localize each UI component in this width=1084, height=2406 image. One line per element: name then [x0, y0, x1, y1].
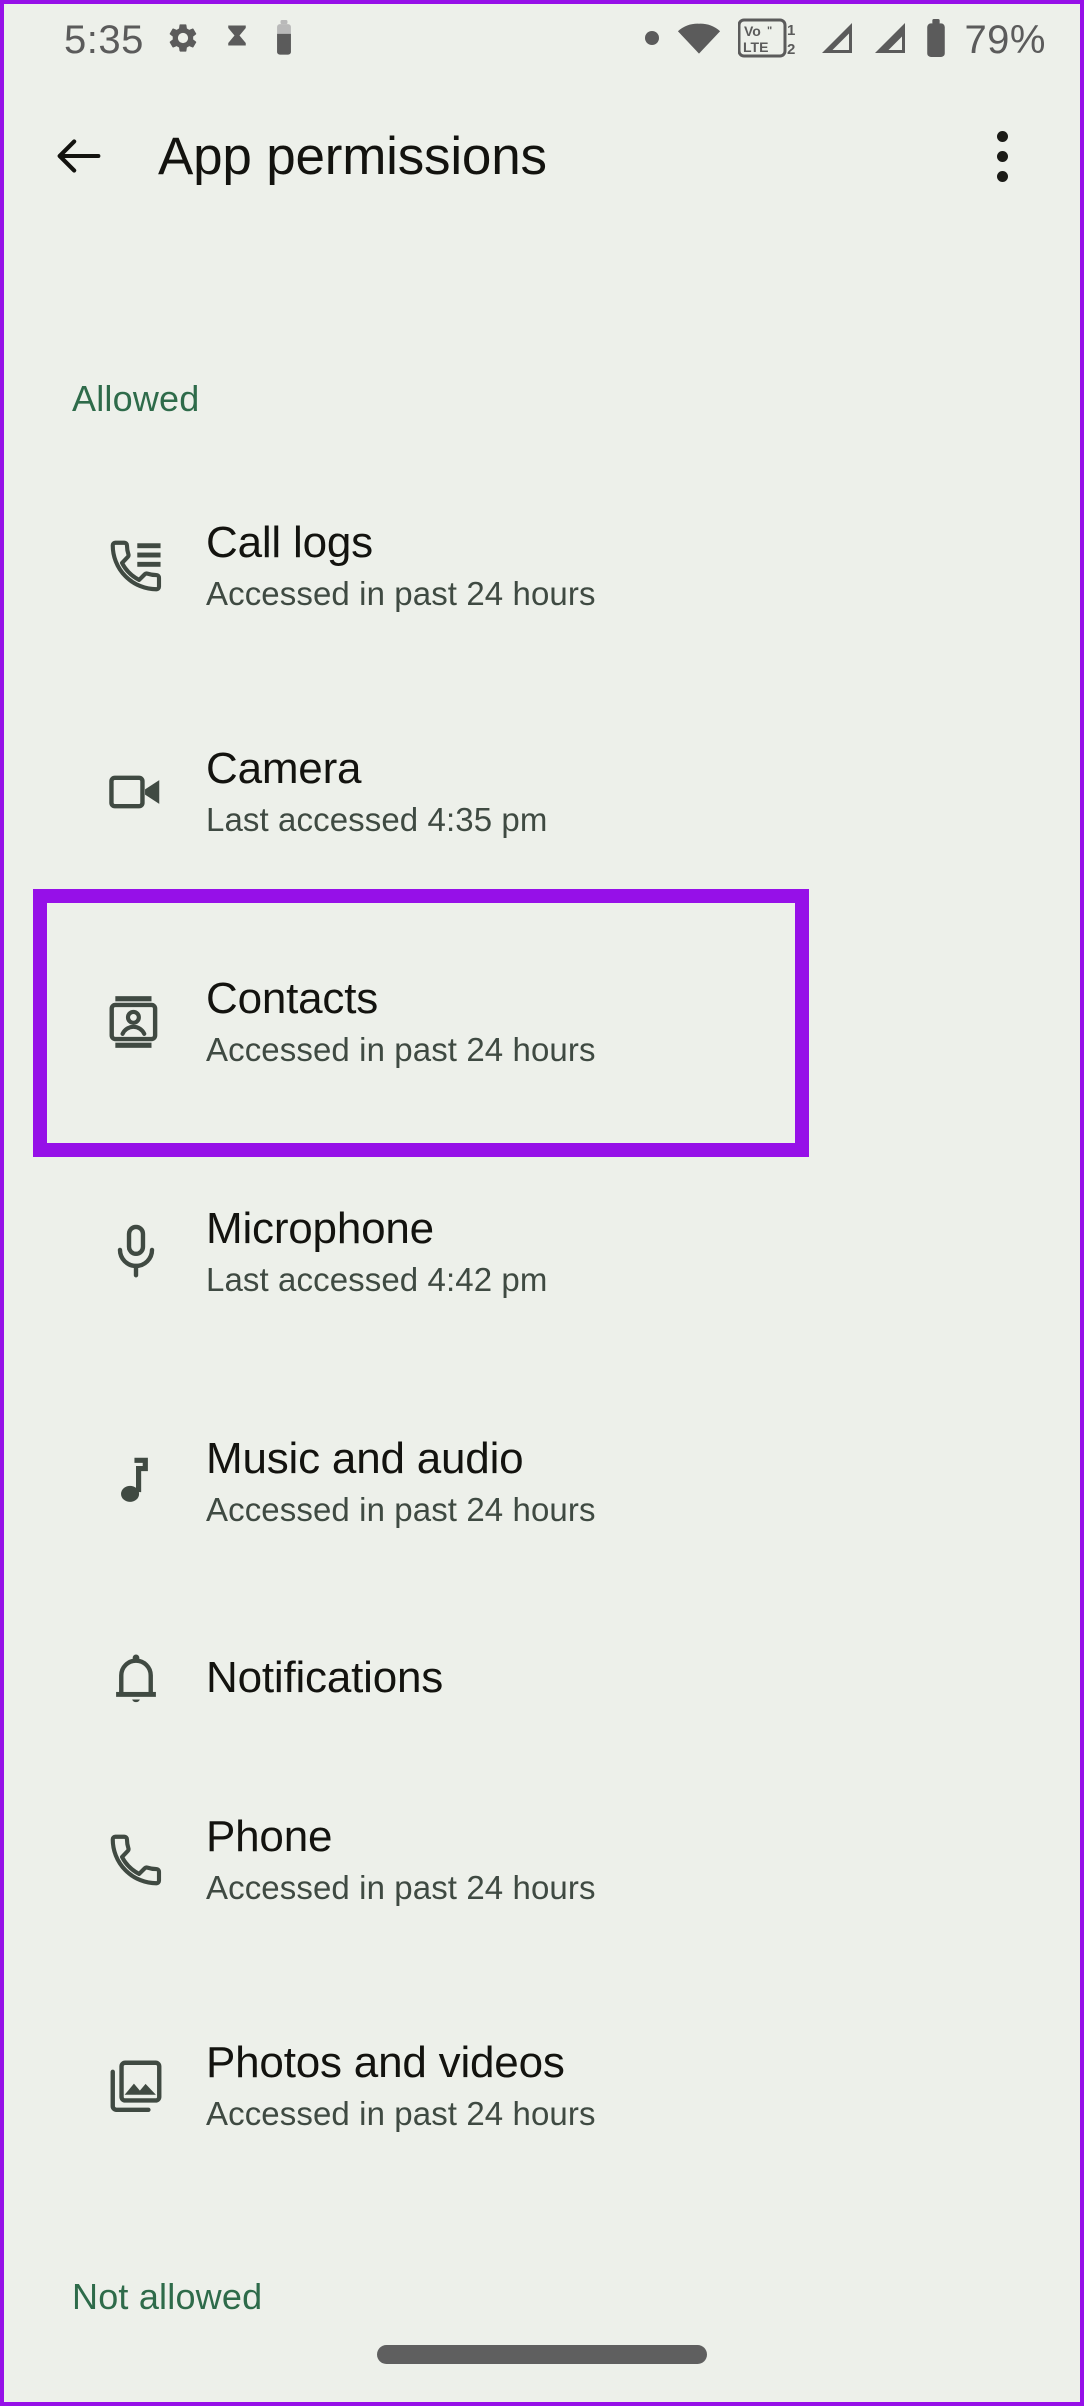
call-logs-icon	[72, 518, 200, 614]
permission-text: Contacts Accessed in past 24 hours	[206, 974, 596, 1070]
permission-row-photos-and-videos[interactable]: Photos and videos Accessed in past 24 ho…	[4, 2020, 1080, 2152]
microphone-icon	[72, 1204, 200, 1300]
permission-title: Notifications	[206, 1653, 444, 1703]
permission-title: Photos and videos	[206, 2038, 565, 2088]
permission-subtitle: Accessed in past 24 hours	[206, 574, 596, 612]
app-bar: App permissions	[4, 96, 1080, 216]
overflow-dot	[996, 150, 1008, 162]
permission-row-notifications[interactable]: Notifications	[4, 1622, 1080, 1734]
svg-text:": "	[767, 25, 772, 37]
permission-title: Music and audio	[206, 1434, 524, 1484]
bell-icon	[72, 1630, 200, 1726]
permission-title: Microphone	[206, 1204, 434, 1254]
permission-row-microphone[interactable]: Microphone Last accessed 4:42 pm	[4, 1186, 1080, 1318]
battery-small-icon	[274, 19, 294, 61]
permission-row-camera[interactable]: Camera Last accessed 4:35 pm	[4, 726, 1080, 858]
overflow-dot	[996, 130, 1008, 142]
svg-text:LTE: LTE	[743, 39, 768, 55]
signal-2-icon	[872, 21, 908, 60]
photos-icon	[72, 2038, 200, 2134]
permission-title: Camera	[206, 744, 362, 794]
status-bar-right: Vo " LTE 1 2 79%	[644, 18, 1046, 63]
battery-percent-label: 79%	[964, 17, 1046, 62]
permission-title: Call logs	[206, 518, 373, 568]
permission-subtitle: Accessed in past 24 hours	[206, 1868, 596, 1906]
phone-icon	[72, 1812, 200, 1908]
status-bar: 5:35 Vo " LTE 1 2 79%	[4, 4, 1080, 76]
overflow-menu-button[interactable]	[954, 108, 1050, 204]
volte-icon: Vo " LTE 1 2	[737, 18, 802, 63]
svg-text:1: 1	[787, 22, 795, 39]
permission-subtitle: Accessed in past 24 hours	[206, 1030, 596, 1068]
permission-text: Microphone Last accessed 4:42 pm	[206, 1204, 547, 1300]
battery-icon	[925, 18, 947, 62]
status-bar-clock: 5:35	[64, 17, 144, 62]
wifi-icon	[677, 21, 721, 60]
camera-icon	[72, 744, 200, 840]
permission-subtitle: Accessed in past 24 hours	[206, 1490, 596, 1528]
svg-text:Vo: Vo	[744, 23, 761, 39]
permission-text: Phone Accessed in past 24 hours	[206, 1812, 596, 1908]
permission-row-music-and-audio[interactable]: Music and audio Accessed in past 24 hour…	[4, 1416, 1080, 1548]
hourglass-icon	[222, 21, 252, 60]
signal-1-icon	[819, 21, 855, 60]
section-header-allowed: Allowed	[72, 378, 200, 419]
back-arrow-icon	[57, 139, 101, 173]
contacts-icon	[72, 974, 200, 1070]
gear-icon	[166, 21, 200, 60]
dot-icon	[644, 30, 660, 51]
music-icon	[72, 1434, 200, 1530]
permission-row-contacts[interactable]: Contacts Accessed in past 24 hours	[4, 956, 1080, 1088]
permission-title: Phone	[206, 1812, 333, 1862]
home-gesture-pill[interactable]	[377, 2344, 707, 2364]
svg-text:2: 2	[787, 41, 795, 58]
permission-text: Notifications	[206, 1653, 443, 1702]
permission-text: Camera Last accessed 4:35 pm	[206, 744, 547, 840]
navigation-bar	[4, 2306, 1080, 2402]
overflow-dot	[996, 170, 1008, 182]
permission-subtitle: Last accessed 4:42 pm	[206, 1260, 548, 1298]
permission-row-call-logs[interactable]: Call logs Accessed in past 24 hours	[4, 500, 1080, 632]
permission-title: Contacts	[206, 974, 379, 1024]
permission-text: Photos and videos Accessed in past 24 ho…	[206, 2038, 596, 2134]
permission-subtitle: Accessed in past 24 hours	[206, 2094, 596, 2132]
permission-text: Music and audio Accessed in past 24 hour…	[206, 1434, 596, 1530]
page-title: App permissions	[158, 126, 547, 186]
status-bar-left: 5:35	[64, 18, 294, 63]
permission-text: Call logs Accessed in past 24 hours	[206, 518, 596, 614]
permission-subtitle: Last accessed 4:35 pm	[206, 800, 548, 838]
phone-screen: 5:35 Vo " LTE 1 2 79% App permissions Al…	[0, 0, 1084, 2406]
permission-row-phone[interactable]: Phone Accessed in past 24 hours	[4, 1794, 1080, 1926]
back-button[interactable]	[24, 101, 134, 211]
